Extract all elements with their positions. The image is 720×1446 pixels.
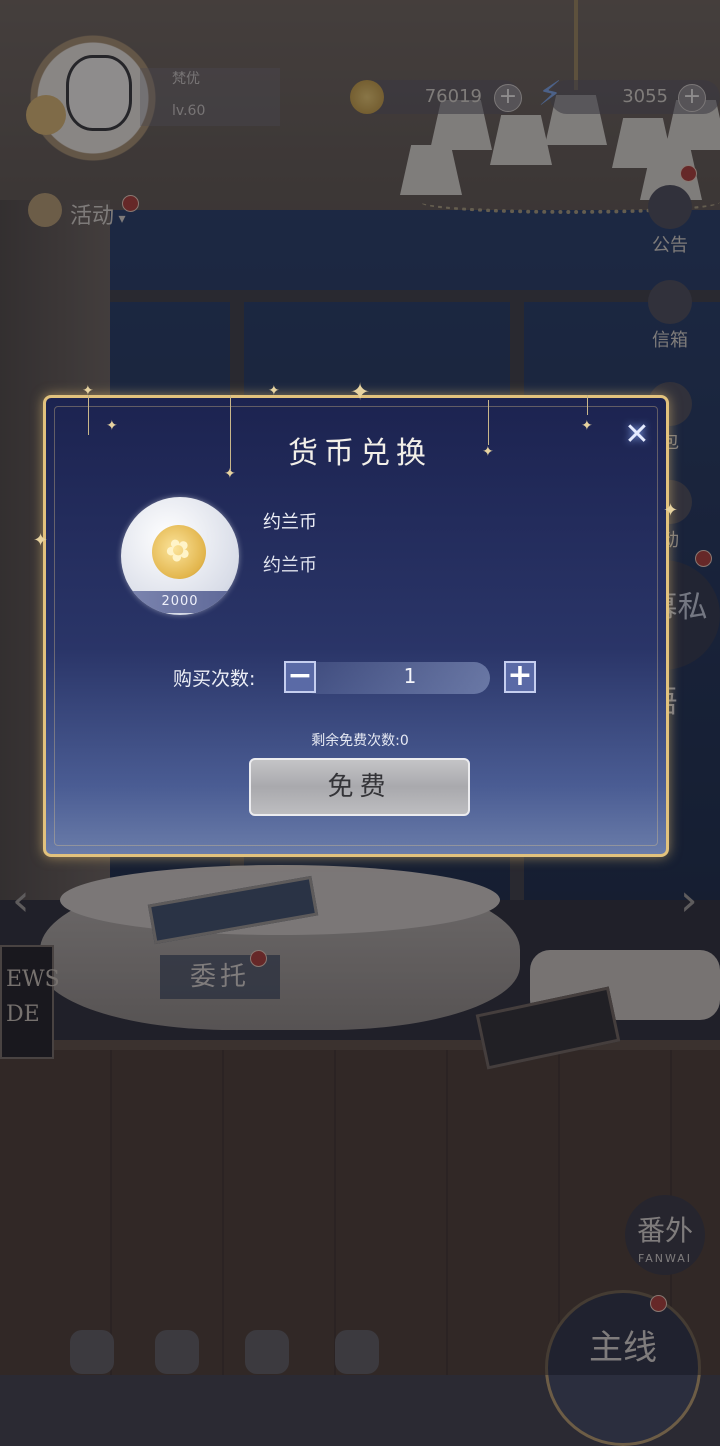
item-name: 约兰币 bbox=[263, 512, 317, 533]
item-description: 约兰币 bbox=[263, 555, 317, 576]
star-ornament: ✦ bbox=[268, 383, 280, 399]
dialog-title: 货币兑换 bbox=[288, 436, 432, 471]
star-ornament: ✦ bbox=[82, 383, 94, 399]
remaining-free-count: 剩余免费次数:0 bbox=[311, 733, 409, 749]
star-ornament: ✦ bbox=[33, 530, 49, 551]
buy-count-label: 购买次数: bbox=[173, 668, 256, 690]
quantity-value[interactable]: 1 bbox=[380, 664, 440, 688]
hanging-thread bbox=[587, 395, 588, 415]
item-icon-frame: ✿ 2000 bbox=[121, 497, 239, 615]
coin-emblem: ✿ bbox=[159, 529, 198, 572]
close-icon[interactable]: ✕ bbox=[622, 420, 652, 450]
star-ornament: ✦ bbox=[663, 500, 679, 521]
free-claim-button[interactable]: 免费 bbox=[249, 758, 470, 816]
flower-coin-icon: ✿ bbox=[143, 516, 215, 588]
item-quantity: 2000 bbox=[121, 591, 239, 613]
increase-button[interactable]: + bbox=[504, 661, 536, 693]
decrease-button[interactable]: − bbox=[284, 661, 316, 693]
star-ornament: ✦ bbox=[350, 378, 371, 406]
